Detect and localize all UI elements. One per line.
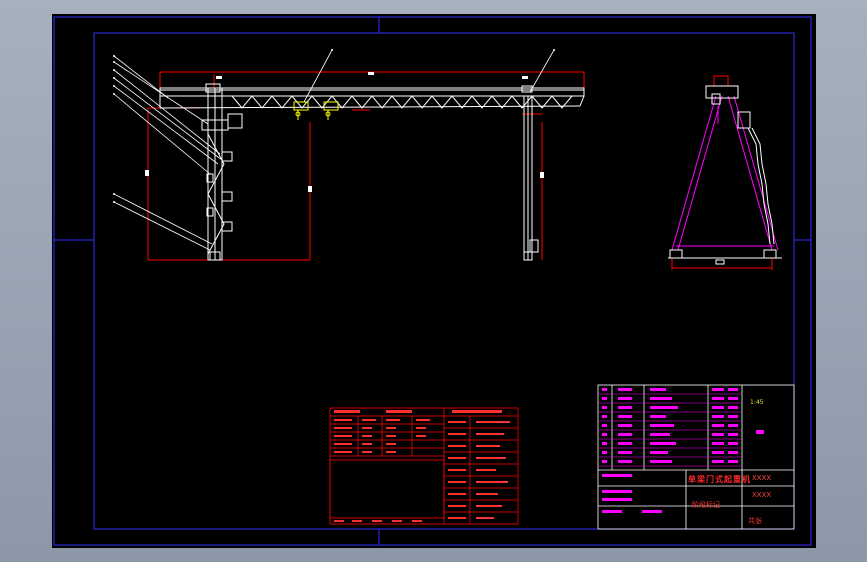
cad-drawing-canvas[interactable]: 单梁门式起重机 XXXX XXXX 1:45 共张 阶段标记 xyxy=(52,14,816,548)
drawing-svg xyxy=(53,16,812,546)
parameter-table-text xyxy=(334,410,510,522)
drawing-title: 单梁门式起重机 xyxy=(688,475,751,484)
drawing-scale: 1:45 xyxy=(750,399,764,406)
drawing-code-1: XXXX xyxy=(752,474,772,482)
parts-list-text xyxy=(602,388,764,513)
hoist-trolleys xyxy=(293,101,339,120)
dimension-lines xyxy=(147,71,585,261)
front-view xyxy=(113,49,585,261)
sheet-label: 共张 xyxy=(748,517,762,525)
stage-label: 阶段标记 xyxy=(692,501,720,509)
side-view xyxy=(668,75,782,270)
leader-lines xyxy=(113,49,555,251)
main-girder xyxy=(159,87,585,109)
parts-list-rows xyxy=(598,393,742,467)
right-leg xyxy=(521,85,539,261)
drawing-code-2: XXXX xyxy=(752,491,772,499)
